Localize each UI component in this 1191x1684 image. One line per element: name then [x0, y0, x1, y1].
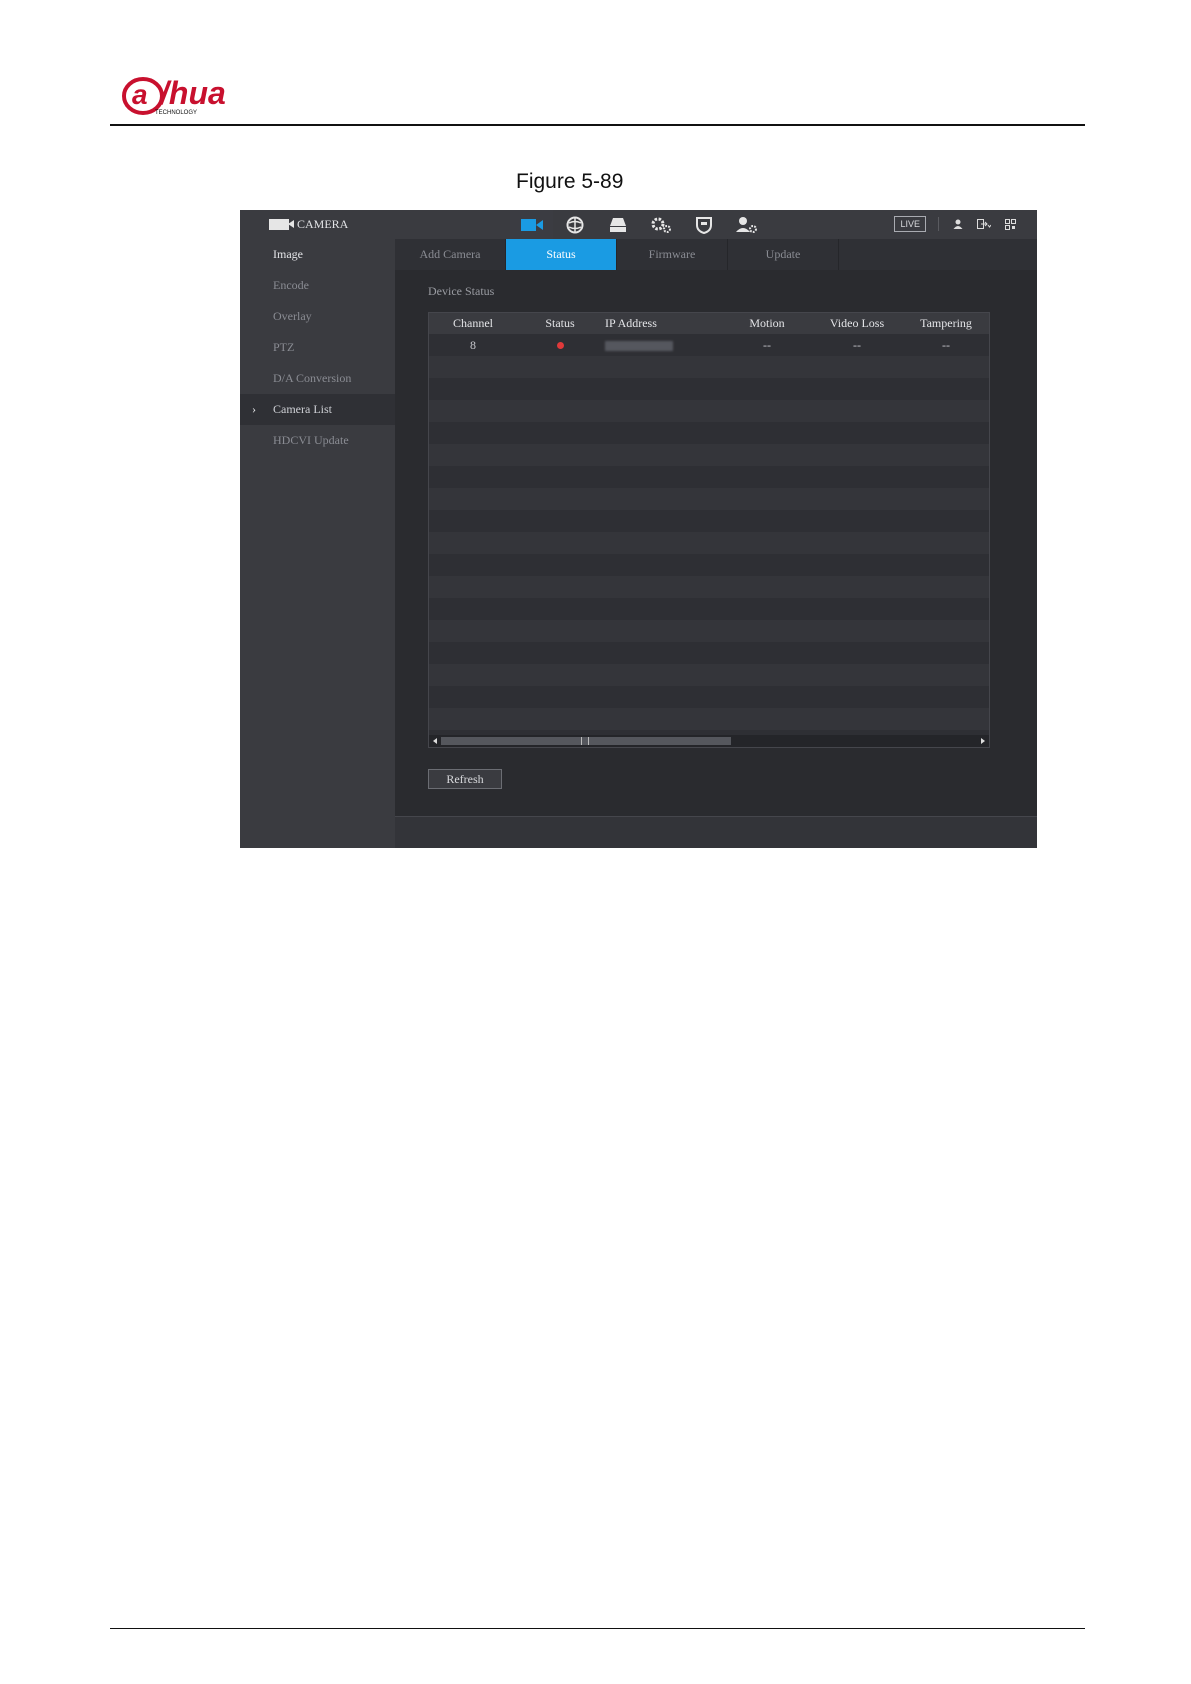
table-row-empty [429, 620, 989, 642]
table-body: 8 -- -- -- [429, 334, 989, 730]
refresh-button[interactable]: Refresh [428, 769, 502, 789]
table-row-empty [429, 444, 989, 466]
sidebar-item-camera-list[interactable]: › Camera List [240, 394, 395, 425]
security-module-icon[interactable] [682, 210, 725, 239]
horizontal-scrollbar[interactable] [429, 735, 989, 747]
table-row-empty [429, 488, 989, 510]
network-module-icon[interactable] [553, 210, 596, 239]
table-row[interactable]: 8 -- -- -- [429, 334, 989, 356]
tab-update[interactable]: Update [728, 239, 839, 270]
qr-icon[interactable] [1003, 217, 1017, 231]
table-row-empty [429, 664, 989, 686]
sidebar: Image Encode Overlay PTZ D/A Conversion … [240, 239, 395, 848]
column-header-status[interactable]: Status [517, 316, 603, 331]
sidebar-item-label: PTZ [273, 340, 295, 354]
table-row-empty [429, 422, 989, 444]
sidebar-item-label: Image [273, 247, 303, 261]
main-panel: Device Status Channel Status IP Address … [395, 270, 1037, 816]
figure-caption: Figure 5-89 [516, 170, 624, 193]
sidebar-item-label: Encode [273, 278, 309, 292]
cell-video-loss: -- [853, 337, 861, 352]
svg-text:a: a [132, 79, 148, 110]
sidebar-item-ptz[interactable]: PTZ [240, 332, 395, 363]
header-rule [110, 124, 1085, 126]
system-module-icon[interactable] [639, 210, 682, 239]
device-status-table: Channel Status IP Address Motion Video L… [428, 312, 990, 748]
cell-status [517, 338, 603, 353]
cell-motion: -- [763, 337, 771, 352]
svg-text:/hua: /hua [158, 75, 226, 111]
sidebar-item-hdcvi-update[interactable]: HDCVI Update [240, 425, 395, 456]
section-title: Device Status [428, 284, 495, 298]
divider [938, 217, 939, 231]
cell-tampering: -- [942, 337, 950, 352]
sidebar-item-encode[interactable]: Encode [240, 270, 395, 301]
cell-ip-address [603, 338, 723, 353]
tab-status[interactable]: Status [506, 239, 617, 270]
table-row-empty [429, 510, 989, 532]
table-row-empty [429, 708, 989, 730]
user-icon[interactable] [951, 217, 965, 231]
table-row-empty [429, 532, 989, 554]
top-right-controls: LIVE [894, 216, 1017, 232]
scroll-right-icon[interactable] [977, 735, 989, 747]
table-header: Channel Status IP Address Motion Video L… [429, 313, 989, 334]
bottom-status-bar [395, 816, 1037, 848]
storage-module-icon[interactable] [596, 210, 639, 239]
top-bar: CAMERA LIVE [240, 210, 1037, 239]
table-row-empty [429, 642, 989, 664]
account-module-icon[interactable] [725, 210, 768, 239]
sidebar-item-image[interactable]: Image [240, 239, 395, 270]
module-strip [510, 210, 768, 239]
live-button[interactable]: LIVE [894, 216, 926, 232]
sidebar-item-label: HDCVI Update [273, 433, 349, 447]
table-row-empty [429, 598, 989, 620]
sidebar-item-label: Overlay [273, 309, 312, 323]
svg-text:TECHNOLOGY: TECHNOLOGY [155, 110, 197, 116]
table-row-empty [429, 686, 989, 708]
sidebar-item-da-conversion[interactable]: D/A Conversion [240, 363, 395, 394]
column-header-tampering[interactable]: Tampering [903, 316, 989, 331]
table-row-empty [429, 356, 989, 378]
tab-add-camera[interactable]: Add Camera [395, 239, 506, 270]
table-row-empty [429, 576, 989, 598]
camera-module-icon[interactable] [510, 210, 553, 239]
grip-icon [581, 737, 589, 745]
ip-address-redacted [605, 340, 673, 351]
table-row-empty [429, 466, 989, 488]
table-row-empty [429, 378, 989, 400]
footer-rule [110, 1628, 1085, 1629]
column-header-ip-address[interactable]: IP Address [603, 316, 723, 331]
logout-icon[interactable] [977, 217, 991, 231]
column-header-motion[interactable]: Motion [723, 316, 811, 331]
column-header-channel[interactable]: Channel [429, 316, 517, 331]
status-dot-icon [556, 342, 564, 350]
table-row-empty [429, 400, 989, 422]
app-title: CAMERA [269, 210, 348, 239]
tab-bar: Add Camera Status Firmware Update [395, 239, 1037, 270]
sidebar-item-label: D/A Conversion [273, 371, 352, 385]
camera-icon [269, 219, 294, 230]
scrollbar-thumb[interactable] [441, 737, 731, 745]
scroll-left-icon[interactable] [429, 735, 441, 747]
chevron-right-icon: › [252, 402, 256, 416]
cell-channel: 8 [470, 337, 476, 352]
column-header-video-loss[interactable]: Video Loss [811, 316, 903, 331]
dahua-logo: a /hua TECHNOLOGY [122, 75, 226, 116]
tab-firmware[interactable]: Firmware [617, 239, 728, 270]
sidebar-item-label: Camera List [273, 402, 332, 416]
camera-status-screen: CAMERA LIVE Image Encode Overlay PTZ D/A… [240, 210, 1037, 848]
app-title-label: CAMERA [297, 217, 349, 231]
table-row-empty [429, 554, 989, 576]
sidebar-item-overlay[interactable]: Overlay [240, 301, 395, 332]
